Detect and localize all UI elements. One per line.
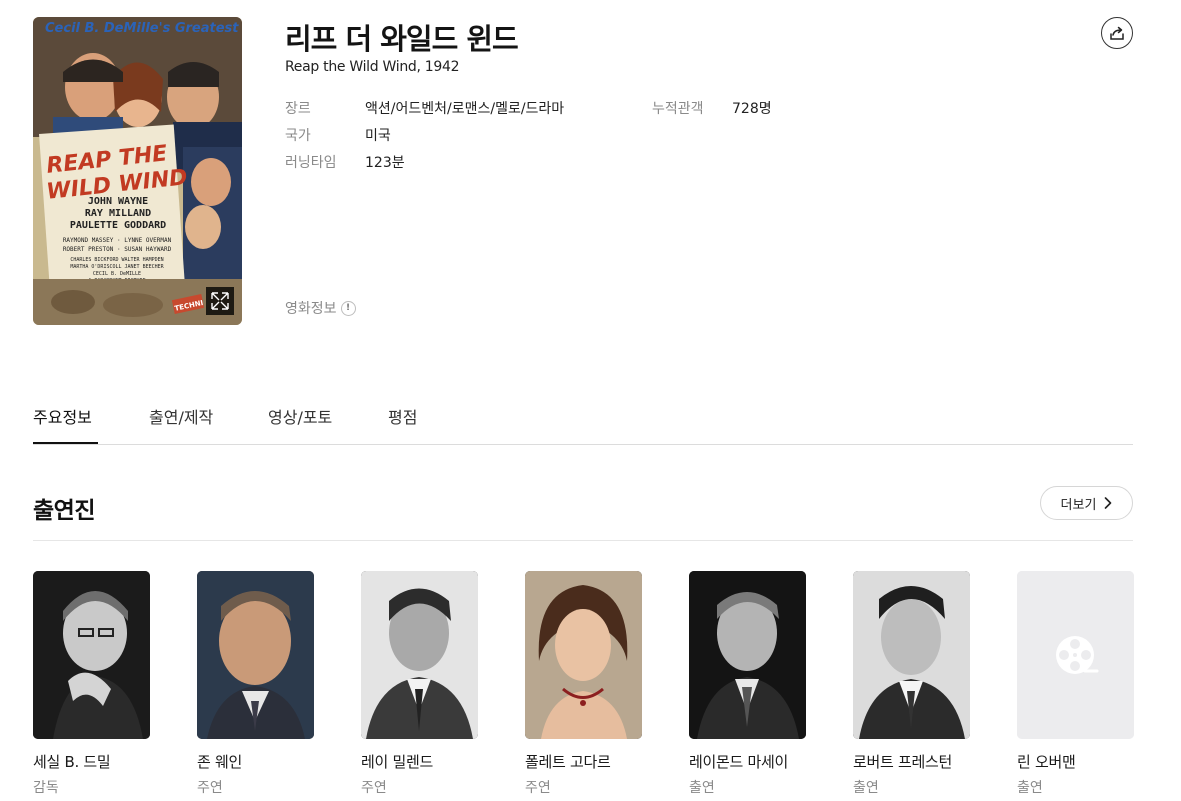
movie-info-link[interactable]: 영화정보 ! [285, 298, 356, 318]
cast-photo [33, 571, 150, 739]
cast-name: 존 웨인 [197, 753, 242, 771]
cast-photo [525, 571, 642, 739]
poster-small-line: RAYMOND MASSEY · LYNNE OVERMAN [63, 237, 172, 244]
cast-photo-image [33, 571, 150, 739]
poster-cast-line: PAULETTE GODDARD [70, 220, 166, 231]
tab-cast-crew[interactable]: 출연/제작 [149, 404, 213, 428]
info-row-country: 국가 미국 [285, 123, 564, 150]
cast-role: 주연 [197, 780, 223, 796]
info-value: 728명 [732, 101, 772, 117]
more-button[interactable]: 더보기 [1040, 486, 1133, 520]
info-row-runtime: 러닝타임 123분 [285, 150, 564, 177]
cast-photo [689, 571, 806, 739]
movie-info-right: 누적관객 728명 [652, 96, 772, 123]
cast-card[interactable]: 레이몬드 마세이 출연 [689, 571, 806, 797]
movie-title: 리프 더 와일드 윈드 [285, 22, 519, 56]
cast-role: 감독 [33, 780, 59, 796]
more-button-label: 더보기 [1060, 497, 1097, 513]
info-label: 누적관객 [652, 101, 704, 117]
expand-poster-button[interactable] [206, 287, 234, 315]
info-icon[interactable]: ! [340, 300, 356, 316]
movie-info-left: 장르 액션/어드벤처/로맨스/멜로/드라마 국가 미국 러닝타임 123분 [285, 96, 564, 177]
cast-section-title: 출연진 [33, 498, 95, 524]
share-icon [1110, 26, 1124, 40]
movie-info-label: 영화정보 [285, 301, 337, 317]
cast-role: 주연 [361, 780, 387, 796]
cast-card[interactable]: 존 웨인 주연 [197, 571, 314, 797]
cast-card[interactable]: 레이 밀렌드 주연 [361, 571, 478, 797]
cast-card[interactable]: 린 오버맨 출연 [1017, 571, 1134, 797]
poster-small-line: MARTHA O'DRISCOLL JANET BEECHER [70, 264, 164, 270]
cast-name: 레이 밀렌드 [361, 753, 433, 771]
poster-cast-line: JOHN WAYNE [88, 196, 148, 207]
poster-small-line: CHARLES BICKFORD WALTER HAMPDEN [70, 257, 163, 263]
poster-image: Cecil B. DeMille's Greatest REAP THE WIL… [33, 17, 242, 325]
info-label: 러닝타임 [285, 155, 337, 171]
info-value: 액션/어드벤처/로맨스/멜로/드라마 [365, 101, 565, 117]
cast-name: 로버트 프레스턴 [853, 753, 952, 771]
cast-photo-image [197, 571, 314, 739]
cast-photo-image [361, 571, 478, 739]
poster-cast-line: RAY MILLAND [85, 208, 151, 219]
cast-photo-image [853, 571, 970, 739]
section-divider [33, 540, 1133, 541]
poster-small-line: CECIL B. DeMILLE [93, 271, 141, 277]
expand-icon [211, 292, 229, 310]
cast-photo [197, 571, 314, 739]
cast-role: 출연 [689, 780, 715, 796]
cast-name: 폴레트 고다르 [525, 753, 611, 771]
info-row-audience: 누적관객 728명 [652, 96, 772, 123]
cast-name: 린 오버맨 [1017, 753, 1076, 771]
cast-card[interactable]: 로버트 프레스턴 출연 [853, 571, 970, 797]
cast-photo [361, 571, 478, 739]
share-button[interactable] [1101, 17, 1133, 49]
tab-main-info[interactable]: 주요정보 [33, 404, 92, 428]
tab-video-photo[interactable]: 영상/포토 [268, 404, 332, 428]
info-label: 국가 [285, 128, 311, 144]
cast-name: 레이몬드 마세이 [689, 753, 788, 771]
info-value: 123분 [365, 155, 405, 171]
cast-card[interactable]: 세실 B. 드밀 감독 [33, 571, 150, 797]
cast-name: 세실 B. 드밀 [33, 753, 111, 771]
tab-bar: 주요정보 출연/제작 영상/포토 평점 [33, 384, 1133, 445]
movie-subtitle: Reap the Wild Wind, 1942 [285, 59, 460, 75]
cast-role: 출연 [1017, 780, 1043, 796]
movie-poster[interactable]: Cecil B. DeMille's Greatest REAP THE WIL… [33, 17, 242, 325]
poster-small-line: ROBERT PRESTON · SUSAN HAYWARD [63, 246, 172, 253]
film-reel-icon [1017, 571, 1134, 739]
cast-photo-image [525, 571, 642, 739]
info-label: 장르 [285, 101, 311, 117]
cast-photo-image [689, 571, 806, 739]
active-tab-indicator [33, 442, 98, 444]
cast-list: 세실 B. 드밀 감독 존 웨인 주연 레이 밀렌드 주연 폴레트 고다르 주연… [33, 571, 1173, 801]
chevron-right-icon [1105, 497, 1112, 509]
cast-card[interactable]: 폴레트 고다르 주연 [525, 571, 642, 797]
cast-photo [853, 571, 970, 739]
info-value: 미국 [365, 128, 391, 144]
cast-photo-placeholder [1017, 571, 1134, 739]
info-row-genre: 장르 액션/어드벤처/로맨스/멜로/드라마 [285, 96, 564, 123]
cast-role: 출연 [853, 780, 879, 796]
cast-role: 주연 [525, 780, 551, 796]
poster-tagline: Cecil B. DeMille's Greatest [45, 21, 239, 36]
tab-rating[interactable]: 평점 [388, 404, 417, 428]
